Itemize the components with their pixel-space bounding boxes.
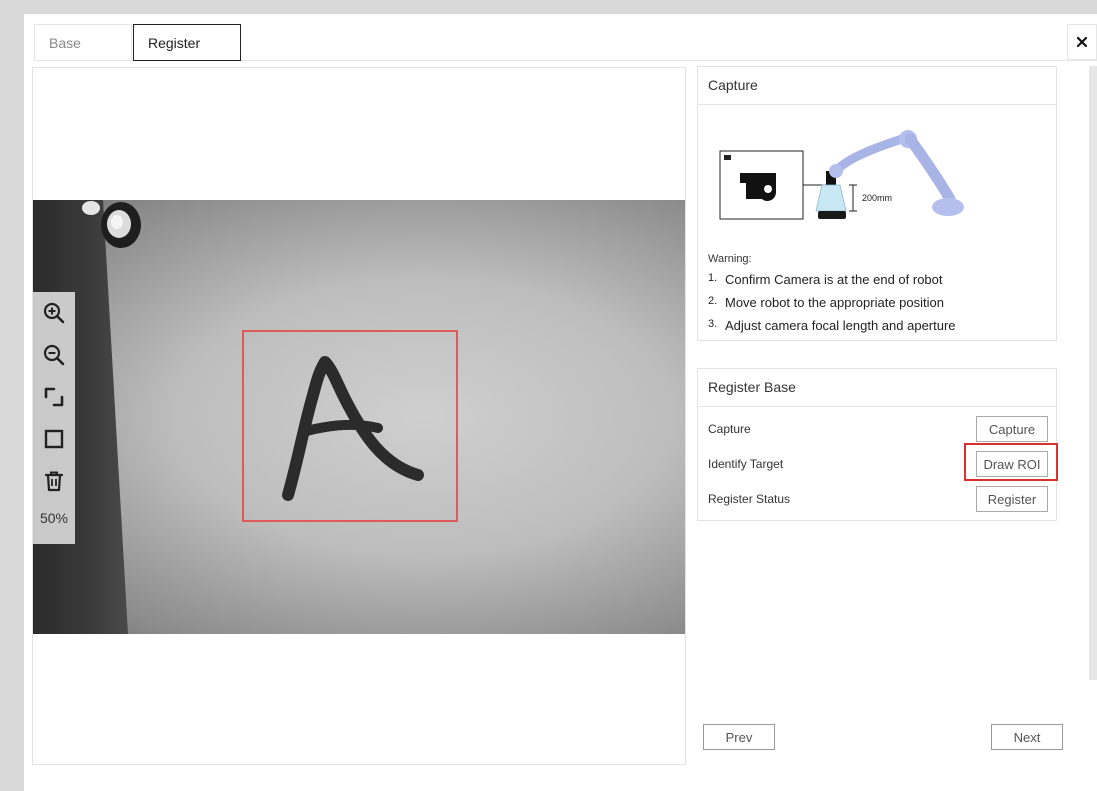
tab-register-base[interactable]: Register Base	[133, 24, 241, 87]
capture-card-title: Capture	[698, 67, 1056, 105]
close-button[interactable]	[1067, 24, 1097, 60]
close-icon	[1077, 37, 1087, 47]
warning-title: Warning:	[708, 253, 752, 265]
delete-button[interactable]	[33, 460, 75, 502]
register-row-capture: Capture Capture	[708, 416, 1048, 442]
fit-screen-button[interactable]	[33, 376, 75, 418]
zoom-out-button[interactable]	[33, 334, 75, 376]
zoom-level: 50%	[39, 510, 69, 526]
warning-item: 3. Adjust camera focal length and apertur…	[708, 318, 956, 333]
robot-camera-diagram: 200mm	[719, 130, 964, 220]
register-button[interactable]: Register	[976, 486, 1048, 512]
zoom-in-button[interactable]	[33, 292, 75, 334]
svg-text:200mm: 200mm	[862, 193, 892, 203]
register-row-identify-target: Identify Target Draw ROI	[708, 443, 1058, 481]
camera-icon	[724, 155, 731, 160]
image-viewer[interactable]: 50%	[32, 67, 686, 765]
prev-button[interactable]: Prev	[703, 724, 775, 750]
magnet-knob	[82, 201, 141, 248]
trash-icon	[44, 471, 64, 492]
register-base-card: Register Base Capture Capture Identify T…	[697, 368, 1058, 521]
warning-item: 1. Confirm Camera is at the end of robot	[708, 272, 943, 287]
draw-rectangle-button[interactable]	[33, 418, 75, 460]
scrollbar[interactable]	[1089, 66, 1097, 680]
viewer-toolbar: 50%	[33, 292, 75, 544]
zoom-out-icon	[43, 344, 65, 366]
rectangle-icon	[44, 429, 64, 449]
tab-base-setting[interactable]: Base Setting	[34, 24, 132, 87]
warning-item: 2. Move robot to the appropriate position	[708, 295, 944, 310]
register-row-status: Register Status Register	[708, 486, 1048, 512]
register-card-title: Register Base	[698, 369, 1056, 407]
roi-rectangle[interactable]	[242, 330, 458, 522]
zoom-in-icon	[43, 302, 65, 324]
next-button[interactable]: Next	[991, 724, 1063, 750]
capture-button[interactable]: Capture	[976, 416, 1048, 442]
register-base-dialog: Base Setting Register Base	[24, 14, 1097, 791]
camera-image: 50%	[33, 200, 685, 634]
draw-roi-highlight	[964, 443, 1058, 481]
fit-screen-icon	[44, 387, 64, 407]
capture-card: Capture 200mm Warning: 1. Confirm Camera…	[697, 66, 1057, 341]
tab-bar: Base Setting Register Base	[34, 24, 1097, 87]
